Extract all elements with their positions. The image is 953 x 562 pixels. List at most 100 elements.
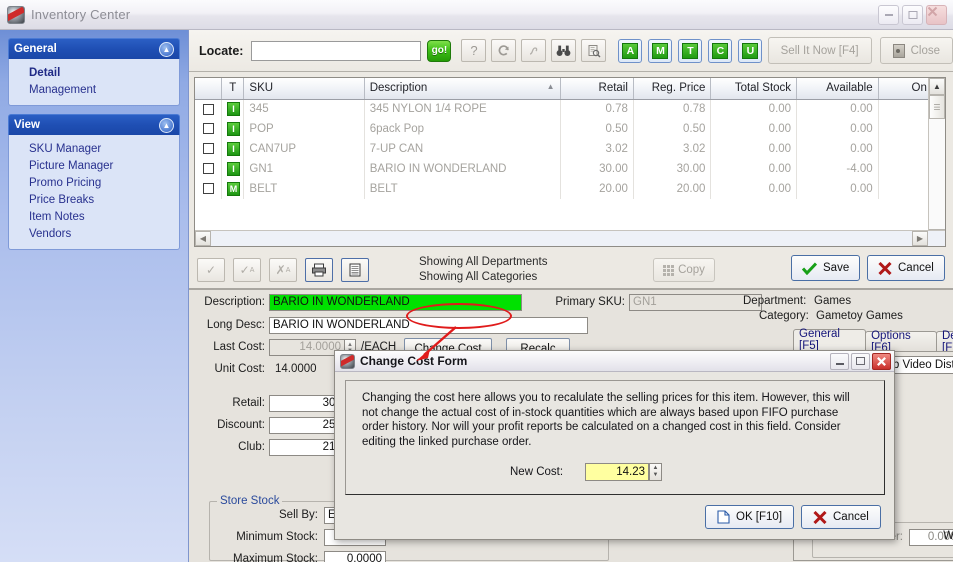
column-header-retail[interactable]: Retail bbox=[560, 78, 634, 100]
weight-label: Weight: bbox=[943, 530, 953, 542]
new-cost-input[interactable]: 14.23 bbox=[585, 463, 649, 481]
refresh-icon[interactable] bbox=[491, 39, 517, 62]
door-exit-icon bbox=[892, 43, 905, 58]
row-checkbox-cell[interactable] bbox=[195, 179, 222, 199]
vertical-scroll-track[interactable]: ☰ bbox=[929, 95, 945, 229]
sidebar-item-price-breaks[interactable]: Price Breaks bbox=[9, 191, 179, 208]
sidebar-item-detail[interactable]: Detail bbox=[9, 64, 179, 81]
list-view-button[interactable] bbox=[341, 258, 369, 282]
tab-defaults[interactable]: Defaults [F7] bbox=[936, 330, 953, 354]
table-row[interactable]: M BELT BELT 20.00 20.00 0.00 0.00 bbox=[195, 179, 946, 199]
sidebar-section-general-header[interactable]: General ▲ bbox=[8, 38, 180, 59]
filter-m-button[interactable]: M bbox=[648, 38, 673, 63]
maximize-button[interactable] bbox=[902, 4, 923, 25]
sell-it-now-button[interactable]: Sell It Now [F4] bbox=[767, 37, 872, 64]
detail-tabs: General [F5] Options [F6] Defaults [F7] … bbox=[793, 328, 953, 354]
row-checkbox-cell[interactable] bbox=[195, 159, 222, 179]
copy-button[interactable]: Copy bbox=[653, 258, 715, 282]
sidebar-item-promo-pricing[interactable]: Promo Pricing bbox=[9, 174, 179, 191]
sort-ascending-icon: ▲ bbox=[546, 82, 555, 92]
column-header-description[interactable]: Description ▲ bbox=[364, 78, 561, 100]
print-button[interactable] bbox=[305, 258, 333, 282]
column-header-available[interactable]: Available bbox=[796, 78, 879, 100]
close-button[interactable] bbox=[926, 4, 947, 25]
filter-c-button[interactable]: C bbox=[708, 38, 733, 63]
chevron-up-icon[interactable]: ▲ bbox=[159, 41, 174, 57]
category-value: Gametoy Games bbox=[816, 310, 903, 322]
cancel-button[interactable]: Cancel bbox=[867, 255, 945, 281]
check-button[interactable]: ✓ bbox=[197, 258, 225, 282]
row-retail: 30.00 bbox=[560, 159, 634, 179]
uncheck-all-button[interactable]: ✗ A bbox=[269, 258, 297, 282]
sidebar-item-sku-manager[interactable]: SKU Manager bbox=[9, 140, 179, 157]
table-row[interactable]: I 345 345 NYLON 1/4 ROPE 0.78 0.78 0.00 … bbox=[195, 99, 946, 119]
column-header-total-stock[interactable]: Total Stock bbox=[710, 78, 798, 100]
row-reg-price: 20.00 bbox=[633, 179, 712, 199]
dialog-cancel-button[interactable]: Cancel bbox=[801, 505, 881, 529]
filter-m-label: M bbox=[652, 42, 669, 59]
scroll-right-icon[interactable]: ▶ bbox=[912, 231, 928, 246]
table-row[interactable]: I CAN7UP 7-UP CAN 3.02 3.02 0.00 0.00 bbox=[195, 139, 946, 159]
dialog-close-button[interactable] bbox=[872, 352, 891, 370]
sidebar-section-view-header[interactable]: View ▲ bbox=[8, 114, 180, 135]
horizontal-scroll-track[interactable] bbox=[211, 231, 912, 246]
scroll-up-icon[interactable]: ▲ bbox=[929, 78, 945, 95]
row-description: 6pack Pop bbox=[364, 119, 561, 139]
grid-vertical-scrollbar[interactable]: ▲ ☰ ▼ bbox=[928, 78, 945, 246]
long-desc-input[interactable]: BARIO IN WONDERLAND bbox=[269, 317, 588, 334]
filter-all-button[interactable]: A bbox=[618, 38, 643, 63]
locate-input[interactable] bbox=[251, 40, 422, 61]
binoculars-icon[interactable] bbox=[551, 39, 577, 62]
table-row[interactable]: I GN1 BARIO IN WONDERLAND 30.00 30.00 0.… bbox=[195, 159, 946, 179]
column-header-select[interactable] bbox=[195, 78, 222, 100]
description-input[interactable]: BARIO IN WONDERLAND bbox=[269, 294, 522, 311]
column-header-sku[interactable]: SKU bbox=[243, 78, 365, 100]
row-checkbox[interactable] bbox=[202, 183, 214, 195]
scroll-left-icon[interactable]: ◀ bbox=[195, 231, 211, 246]
action-bar: ✓ ✓ A ✗ A Showing All Departments Showing … bbox=[189, 252, 953, 290]
dialog-ok-button[interactable]: OK [F10] bbox=[705, 505, 795, 529]
tab-general[interactable]: General [F5] bbox=[793, 328, 867, 352]
change-cost-dialog: Change Cost Form Changing the cost here … bbox=[334, 350, 895, 540]
row-checkbox[interactable] bbox=[202, 163, 214, 175]
row-checkbox[interactable] bbox=[202, 103, 214, 115]
column-header-type[interactable]: T bbox=[221, 78, 245, 100]
chevron-up-icon[interactable]: ▲ bbox=[159, 117, 174, 133]
check-all-button[interactable]: ✓ A bbox=[233, 258, 261, 282]
sidebar-item-picture-manager[interactable]: Picture Manager bbox=[9, 157, 179, 174]
showing-categories: Showing All Categories bbox=[419, 271, 538, 283]
description-label: Description: bbox=[204, 296, 265, 308]
column-header-reg-price[interactable]: Reg. Price bbox=[633, 78, 712, 100]
save-button[interactable]: Save bbox=[791, 255, 861, 281]
filter-t-button[interactable]: T bbox=[678, 38, 703, 63]
toolbar: Locate: go! ? A M T C U Sell It Now [F4]… bbox=[189, 30, 953, 72]
row-checkbox[interactable] bbox=[202, 143, 214, 155]
dialog-minimize-button[interactable] bbox=[830, 352, 849, 370]
row-sku: 345 bbox=[243, 99, 365, 119]
filter-u-button[interactable]: U bbox=[738, 38, 763, 63]
tab-options[interactable]: Options [F6] bbox=[865, 330, 937, 354]
dialog-maximize-button[interactable] bbox=[851, 352, 870, 370]
squiggle-icon[interactable] bbox=[521, 39, 547, 62]
help-icon[interactable]: ? bbox=[461, 39, 487, 62]
row-description: BELT bbox=[364, 179, 561, 199]
maximum-stock-input[interactable]: 0.0000 bbox=[324, 551, 386, 562]
new-cost-stepper[interactable]: ▲ ▼ bbox=[649, 463, 662, 481]
row-checkbox-cell[interactable] bbox=[195, 139, 222, 159]
table-row[interactable]: I POP 6pack Pop 0.50 0.50 0.00 0.00 bbox=[195, 119, 946, 139]
grid-horizontal-scrollbar[interactable]: ◀ ▶ bbox=[195, 230, 945, 246]
dialog-ok-label: OK [F10] bbox=[736, 511, 783, 523]
type-flag-icon: M bbox=[227, 182, 240, 196]
document-search-icon[interactable] bbox=[581, 39, 607, 62]
row-checkbox-cell[interactable] bbox=[195, 119, 222, 139]
vertical-scroll-thumb[interactable]: ☰ bbox=[929, 95, 945, 119]
row-checkbox-cell[interactable] bbox=[195, 99, 222, 119]
sidebar-item-item-notes[interactable]: Item Notes bbox=[9, 208, 179, 225]
close-window-button[interactable]: Close bbox=[879, 37, 953, 64]
sidebar-item-vendors[interactable]: Vendors bbox=[9, 225, 179, 242]
minimize-button[interactable] bbox=[878, 4, 899, 25]
go-button[interactable]: go! bbox=[427, 39, 452, 62]
sidebar-item-management[interactable]: Management bbox=[9, 81, 179, 98]
check-icon bbox=[802, 261, 817, 275]
row-checkbox[interactable] bbox=[202, 123, 214, 135]
